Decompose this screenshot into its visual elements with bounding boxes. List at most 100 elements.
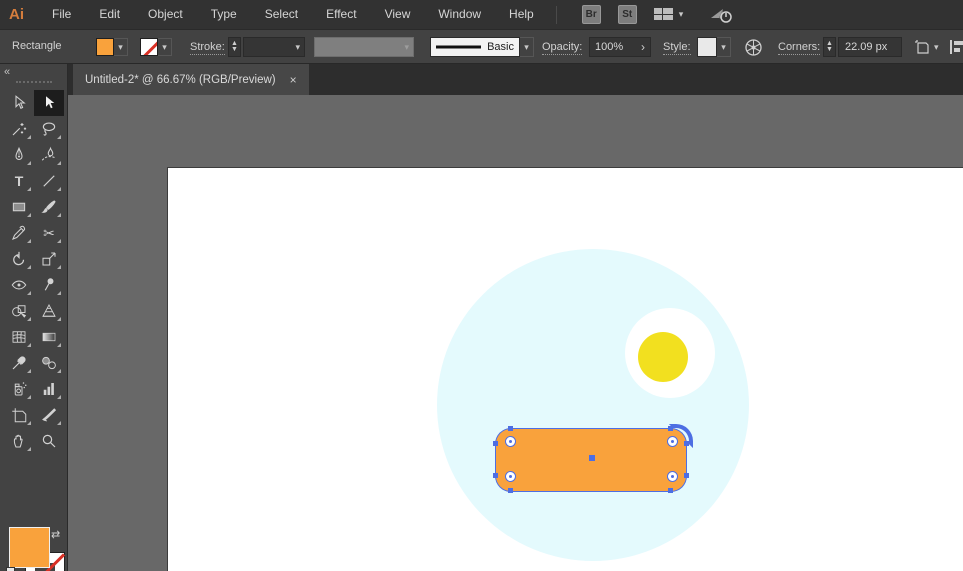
selected-object-label: Rectangle	[12, 40, 62, 52]
curvature-tool[interactable]	[34, 142, 64, 168]
workspace-switcher[interactable]: ▾	[654, 8, 684, 21]
document-tab[interactable]: Untitled-2* @ 66.67% (RGB/Preview) ×	[73, 64, 309, 95]
close-tab-icon[interactable]: ×	[290, 73, 297, 87]
lasso-tool[interactable]	[34, 116, 64, 142]
opacity-field[interactable]: 100% ›	[589, 37, 651, 57]
corners-value: 22.09 px	[845, 41, 887, 53]
artboard-tool[interactable]	[4, 402, 34, 428]
brush-name: Basic	[487, 41, 514, 53]
anchor-point[interactable]	[508, 488, 513, 493]
fill-stroke-controls: ⇄	[0, 524, 68, 571]
stepper-down-icon[interactable]: ▼	[826, 47, 833, 53]
illustrator-logo: Ai	[9, 6, 24, 23]
eyedropper-tool[interactable]	[4, 350, 34, 376]
paintbrush-tool[interactable]	[34, 194, 64, 220]
sky-circle-shape[interactable]	[437, 249, 749, 561]
align-panel-partial-icon[interactable]	[950, 39, 963, 55]
stroke-weight-field[interactable]: ▾	[243, 37, 305, 57]
corners-stepper[interactable]: ▲ ▼	[823, 37, 836, 57]
anchor-point[interactable]	[493, 441, 498, 446]
selection-tool[interactable]	[34, 90, 64, 116]
menu-help[interactable]: Help	[495, 0, 548, 29]
style-label[interactable]: Style:	[663, 41, 691, 55]
zoom-tool[interactable]	[34, 428, 64, 454]
line-segment-tool[interactable]	[34, 168, 64, 194]
stroke-weight-label[interactable]: Stroke:	[190, 41, 225, 55]
default-fill-stroke-icon[interactable]	[6, 567, 21, 571]
stroke-color-swatch[interactable]	[140, 38, 158, 56]
center-point-handle[interactable]	[589, 455, 595, 461]
chevron-down-icon: ▾	[679, 9, 684, 20]
direct-selection-tool[interactable]	[4, 90, 34, 116]
symbol-sprayer-tool[interactable]	[4, 376, 34, 402]
corners-value-field[interactable]: 22.09 px	[838, 37, 902, 57]
puppet-warp-tool[interactable]	[34, 272, 64, 298]
menu-file[interactable]: File	[38, 0, 85, 29]
menu-object[interactable]: Object	[134, 0, 197, 29]
magic-wand-tool[interactable]	[4, 116, 34, 142]
opacity-menu-arrow-icon[interactable]: ›	[641, 40, 645, 54]
stroke-color-dropdown[interactable]: ▾	[158, 38, 172, 56]
document-tab-title: Untitled-2* @ 66.67% (RGB/Preview)	[85, 74, 276, 86]
brush-dropdown[interactable]: ▾	[520, 37, 534, 57]
swap-fill-stroke-icon[interactable]: ⇄	[51, 528, 60, 541]
rectangle-tool[interactable]	[4, 194, 34, 220]
graphic-style-swatch[interactable]	[697, 37, 717, 57]
menu-view[interactable]: View	[371, 0, 425, 29]
fill-color-swatch[interactable]	[96, 38, 114, 56]
menu-effect[interactable]: Effect	[312, 0, 370, 29]
anchor-point[interactable]	[508, 426, 513, 431]
perspective-grid-tool[interactable]	[34, 298, 64, 324]
tools-panel: « T	[0, 64, 68, 571]
shaper-tool[interactable]	[4, 220, 34, 246]
fill-color-dropdown[interactable]: ▾	[114, 38, 128, 56]
workspace-layout-icon	[654, 8, 674, 21]
corner-radius-widget[interactable]	[505, 436, 516, 447]
bridge-button[interactable]: Br	[582, 5, 601, 24]
chevron-down-icon: ▾	[118, 42, 123, 53]
hand-tool[interactable]	[4, 428, 34, 454]
menu-type[interactable]: Type	[197, 0, 251, 29]
stock-button[interactable]: St	[618, 5, 637, 24]
chevron-down-icon: ▾	[404, 42, 409, 53]
scissors-tool[interactable]: ✂	[34, 220, 64, 246]
corners-label[interactable]: Corners:	[778, 41, 820, 55]
anchor-point[interactable]	[684, 473, 689, 478]
recolor-artwork-icon[interactable]	[745, 39, 762, 56]
scale-tool[interactable]	[34, 246, 64, 272]
gradient-tool[interactable]	[34, 324, 64, 350]
brush-definition-field[interactable]: Basic	[430, 37, 520, 57]
sun-circle-shape[interactable]	[638, 332, 688, 382]
share-sync-button[interactable]	[709, 6, 733, 24]
menu-window[interactable]: Window	[424, 0, 495, 29]
panel-drag-grip[interactable]	[16, 81, 52, 83]
collapse-panel-icon[interactable]: «	[4, 66, 10, 78]
blend-tool[interactable]	[34, 350, 64, 376]
graphic-style-dropdown[interactable]: ▾	[717, 37, 731, 57]
chevron-down-icon: ▾	[295, 42, 300, 53]
corner-radius-widget[interactable]	[505, 471, 516, 482]
share-power-icon	[709, 6, 733, 24]
document-setup-button[interactable]: ▾	[913, 38, 939, 56]
anchor-point[interactable]	[668, 488, 673, 493]
type-tool[interactable]: T	[4, 168, 34, 194]
slice-tool[interactable]	[34, 402, 64, 428]
width-tool[interactable]	[4, 272, 34, 298]
column-graph-tool[interactable]	[34, 376, 64, 402]
menu-edit[interactable]: Edit	[85, 0, 134, 29]
mesh-tool[interactable]	[4, 324, 34, 350]
rotate-tool[interactable]	[4, 246, 34, 272]
shape-builder-tool[interactable]	[4, 298, 34, 324]
corner-radius-widget[interactable]	[667, 471, 678, 482]
pen-tool[interactable]	[4, 142, 34, 168]
menubar-divider	[556, 6, 557, 24]
anchor-point[interactable]	[493, 473, 498, 478]
chevron-down-icon: ▾	[934, 42, 939, 53]
fill-swatch[interactable]	[9, 527, 50, 568]
canvas-pasteboard[interactable]	[68, 95, 963, 571]
stroke-weight-stepper[interactable]: ▲ ▼	[228, 37, 241, 57]
menu-select[interactable]: Select	[251, 0, 312, 29]
stepper-down-icon[interactable]: ▼	[231, 47, 238, 53]
menu-bar: Ai File Edit Object Type Select Effect V…	[0, 0, 963, 29]
opacity-label[interactable]: Opacity:	[542, 41, 582, 55]
